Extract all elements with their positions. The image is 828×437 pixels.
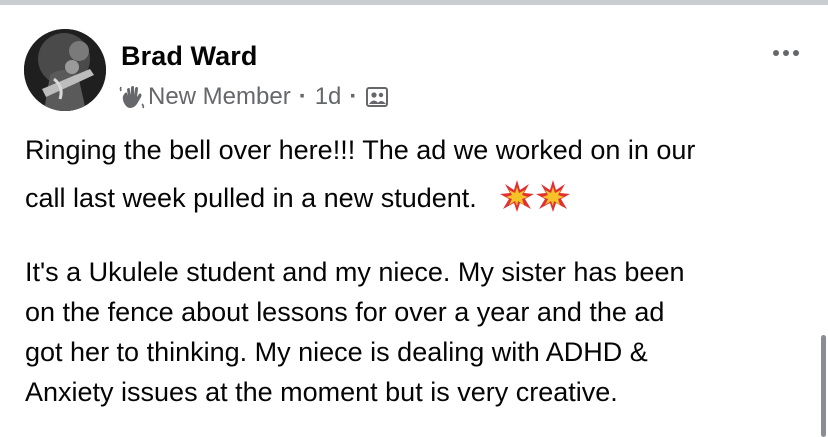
more-dot bbox=[793, 50, 799, 56]
post-text: Ringing the bell over here!!! The ad we … bbox=[25, 126, 815, 412]
meta-separator: · bbox=[298, 83, 307, 110]
member-badge: New Member bbox=[148, 83, 291, 110]
post-card: Brad Ward New Member · 1d · Ringing the … bbox=[0, 5, 828, 437]
collision-emoji-icon bbox=[536, 180, 571, 212]
post-line: Ringing the bell over here!!! The ad we … bbox=[25, 135, 696, 165]
group-members-icon[interactable] bbox=[365, 85, 389, 109]
post-paragraph-2: It's a Ukulele student and my niece. My … bbox=[25, 252, 815, 412]
post-paragraph-1: Ringing the bell over here!!! The ad we … bbox=[25, 126, 815, 222]
more-options-icon[interactable] bbox=[766, 43, 806, 63]
post-line: on the fence about lessons for over a ye… bbox=[25, 297, 665, 327]
post-timestamp[interactable]: 1d bbox=[315, 83, 342, 111]
avatar-photo bbox=[24, 29, 106, 111]
post-line: Anxiety issues at the moment but is very… bbox=[25, 377, 618, 407]
more-dot bbox=[783, 50, 789, 56]
post-meta: New Member · 1d · bbox=[119, 81, 389, 113]
post-line: got her to thinking. My niece is dealing… bbox=[25, 337, 648, 367]
meta-separator: · bbox=[349, 83, 358, 110]
post-line: call last week pulled in a new student. bbox=[25, 174, 815, 222]
scrollbar-thumb[interactable] bbox=[821, 335, 826, 437]
author-name[interactable]: Brad Ward bbox=[121, 41, 257, 72]
waving-hand-icon bbox=[119, 86, 145, 109]
post-line: It's a Ukulele student and my niece. My … bbox=[25, 257, 685, 287]
avatar[interactable] bbox=[24, 29, 106, 111]
collision-emoji-icon bbox=[500, 180, 535, 212]
more-dot bbox=[773, 50, 779, 56]
